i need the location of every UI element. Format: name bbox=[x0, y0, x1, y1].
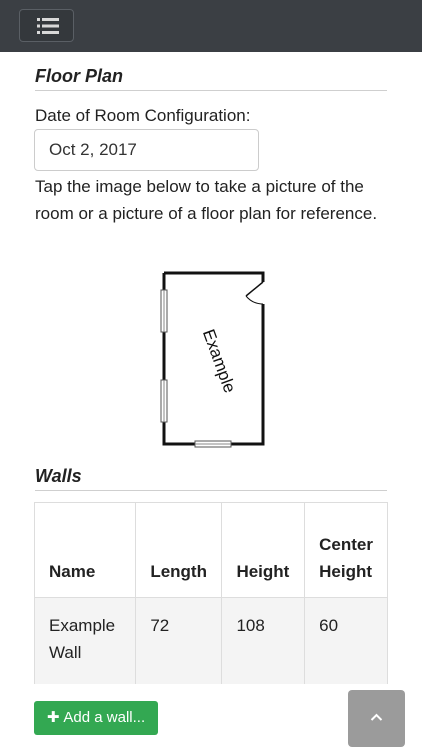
walls-table-container[interactable]: Name Length Height Center Height Example… bbox=[34, 502, 388, 684]
column-header-center-height: Center Height bbox=[304, 502, 388, 598]
plus-icon: ✚ bbox=[46, 709, 60, 726]
wall-center-height-cell: 60 bbox=[304, 597, 388, 684]
date-label: Date of Room Configuration: bbox=[35, 106, 251, 125]
list-icon bbox=[37, 18, 59, 34]
add-wall-label: Add a wall... bbox=[63, 709, 146, 726]
column-header-height: Height bbox=[221, 502, 306, 598]
date-input[interactable]: Oct 2, 2017 bbox=[34, 129, 259, 171]
column-header-name: Name bbox=[34, 502, 137, 598]
example-label: Example bbox=[199, 327, 239, 396]
column-header-length: Length bbox=[135, 502, 223, 598]
photo-instructions: Tap the image below to take a picture of… bbox=[35, 177, 378, 223]
floor-plan-image[interactable]: Example bbox=[150, 270, 270, 450]
table-header-row: Name Length Height Center Height bbox=[34, 502, 388, 598]
wall-height-cell: 108 bbox=[221, 597, 306, 684]
floor-plan-heading: Floor Plan bbox=[35, 66, 387, 91]
walls-heading: Walls bbox=[35, 466, 387, 491]
wall-length-cell: 72 bbox=[135, 597, 223, 684]
top-navbar bbox=[0, 0, 422, 52]
scroll-to-top-button[interactable] bbox=[348, 690, 405, 747]
chevron-up-icon bbox=[370, 713, 383, 721]
menu-button[interactable] bbox=[19, 9, 74, 42]
table-row[interactable]: Example Wall 72 108 60 bbox=[34, 597, 388, 684]
add-wall-button[interactable]: ✚ Add a wall... bbox=[34, 701, 158, 735]
wall-name-cell: Example Wall bbox=[34, 597, 137, 684]
walls-table: Name Length Height Center Height Example… bbox=[34, 502, 388, 684]
